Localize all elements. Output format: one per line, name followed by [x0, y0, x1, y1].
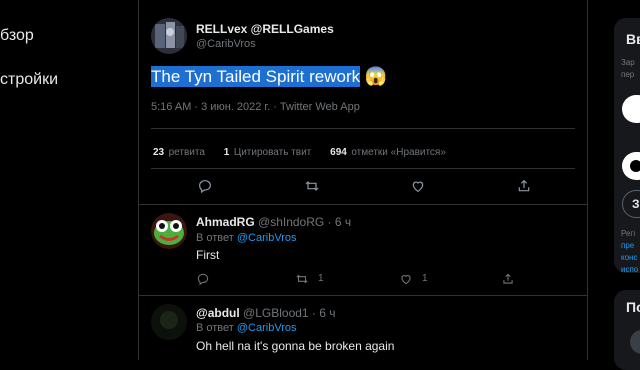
quotes-count: 1 — [223, 147, 230, 158]
nav-item-settings-label: стройки — [0, 71, 58, 88]
tweet-author-handle[interactable]: @CaribVros — [196, 38, 256, 50]
retweet-icon[interactable] — [304, 178, 320, 194]
terms-link[interactable]: пре — [621, 241, 634, 250]
sidebar-card-line: пер — [621, 70, 635, 79]
avatar[interactable] — [630, 330, 640, 354]
reply-to-prefix: В ответ — [196, 322, 234, 334]
nav-item-settings[interactable]: стройки — [0, 71, 58, 89]
sidebar-signup-card: Вв Зар пер З Регі пре конс испо — [614, 18, 640, 274]
reply-icon[interactable] — [196, 272, 210, 286]
reply-to-link[interactable]: @CaribVros — [237, 322, 297, 334]
reply-author-avatar[interactable] — [151, 213, 187, 249]
reply-header: @abdul @LGBlood1 · 6 ч — [196, 306, 336, 320]
retweets-count: 23 — [153, 147, 165, 158]
nav-item-explore[interactable]: бзор — [0, 27, 34, 45]
tweet-author-name[interactable]: RELLvex @RELLGames — [196, 22, 334, 36]
tweet-stats: 23 ретвита 1 Цитировать твит 694 отметки… — [153, 142, 446, 160]
reply-author-handle[interactable]: @shIndoRG · 6 ч — [258, 215, 351, 229]
privacy-link[interactable]: конс — [621, 253, 637, 262]
reply-like-count: 1 — [422, 273, 428, 284]
reply-to-link[interactable]: @CaribVros — [237, 232, 297, 244]
reply-author-name[interactable]: AhmadRG — [196, 215, 255, 229]
sidebar-card-title: По — [626, 299, 640, 315]
signup-apple-button[interactable] — [622, 152, 640, 180]
reply-author-name[interactable]: @abdul — [196, 306, 240, 320]
reply-context: В ответ @CaribVros — [196, 232, 297, 244]
likes-label: отметки «Нравится» — [351, 147, 446, 158]
share-icon[interactable] — [516, 178, 532, 194]
likes-stat[interactable]: 694 отметки «Нравится» — [330, 142, 446, 159]
divider — [151, 128, 575, 129]
share-icon[interactable] — [501, 272, 515, 286]
reply-context: В ответ @CaribVros — [196, 322, 297, 334]
tweet-text-selected: The Tyn Tailed Spirit rework — [151, 66, 361, 87]
quotes-stat[interactable]: 1 Цитировать твит — [224, 142, 316, 159]
like-icon[interactable] — [410, 178, 426, 194]
sidebar-card-title: Вв — [626, 31, 640, 47]
reply-header: AhmadRG @shIndoRG · 6 ч — [196, 215, 351, 229]
nav-item-explore-label: бзор — [0, 27, 34, 44]
signup-google-button[interactable] — [622, 95, 640, 123]
reply-author-handle[interactable]: @LGBlood1 · 6 ч — [243, 306, 335, 320]
tweet-text: The Tyn Tailed Spirit rework 😱 — [151, 66, 387, 87]
retweets-label: ретвита — [168, 147, 205, 158]
cookie-link[interactable]: испо — [621, 265, 638, 274]
reply-author-avatar[interactable] — [151, 304, 187, 340]
retweet-icon[interactable] — [295, 272, 309, 286]
reply-text: First — [196, 248, 220, 262]
divider — [151, 168, 575, 169]
sidebar-card-line: Зар — [621, 58, 635, 67]
reply-icon[interactable] — [197, 178, 213, 194]
reply-tweet[interactable]: AhmadRG @shIndoRG · 6 ч В ответ @CaribVr… — [139, 205, 587, 293]
quotes-label: Цитировать твит — [233, 147, 312, 158]
terms-text: Регі — [621, 229, 636, 238]
tweet-timestamp[interactable]: 5:16 AM · 3 июн. 2022 г. · Twitter Web A… — [151, 101, 360, 113]
apple-icon — [630, 160, 640, 172]
sidebar-relevant-card: По — [614, 290, 640, 370]
tweet-emoji: 😱 — [364, 66, 388, 86]
retweets-stat[interactable]: 23 ретвита — [153, 142, 209, 159]
reply-to-prefix: В ответ — [196, 232, 234, 244]
likes-count: 694 — [330, 147, 347, 158]
signup-email-button[interactable]: З — [622, 190, 640, 218]
like-icon[interactable] — [399, 272, 413, 286]
tweet-author-avatar[interactable] — [151, 18, 187, 54]
tweet-thread-column: RELLvex @RELLGames @CaribVros The Tyn Ta… — [138, 0, 588, 360]
reply-tweet[interactable]: @abdul @LGBlood1 · 6 ч В ответ @CaribVro… — [139, 296, 587, 360]
signup-email-label: З — [632, 197, 640, 211]
reply-retweet-count: 1 — [318, 273, 324, 284]
reply-text: Oh hell na it's gonna be broken again — [196, 339, 395, 353]
